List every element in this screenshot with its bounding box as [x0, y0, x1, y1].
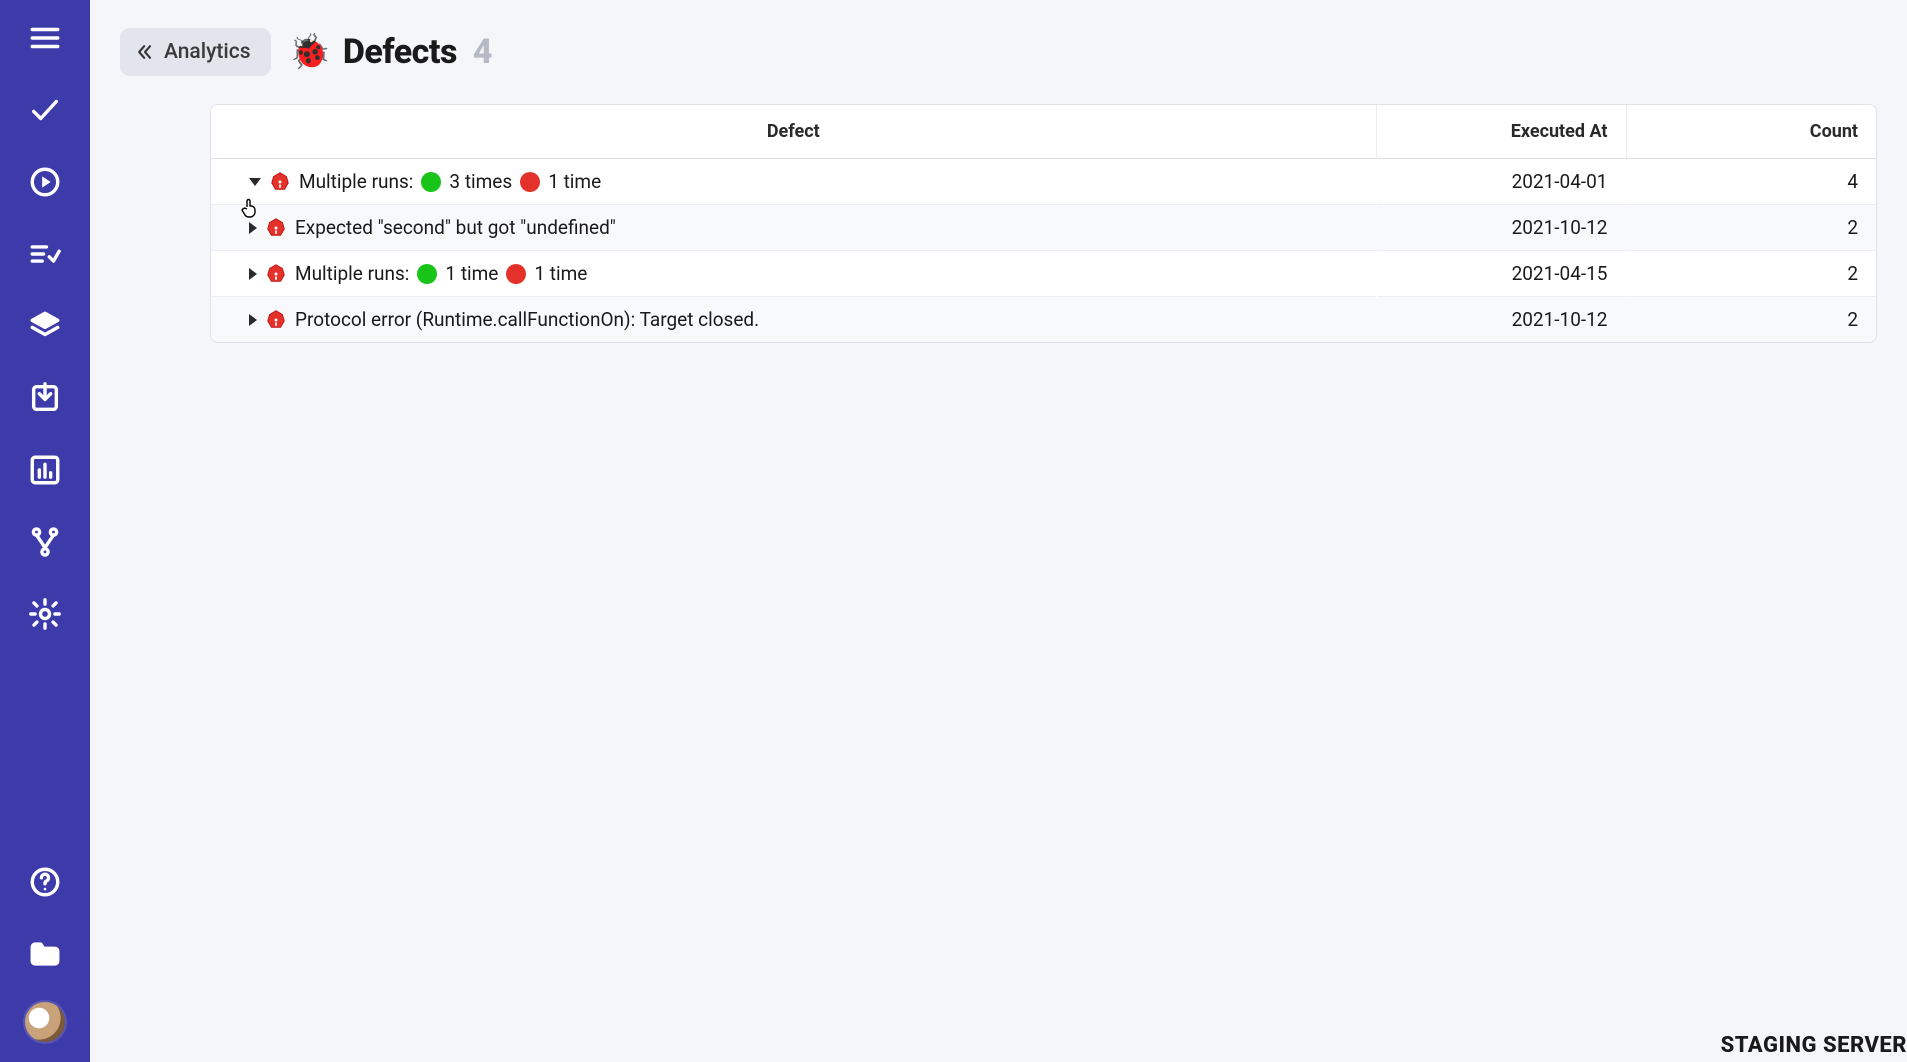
chevron-double-left-icon [135, 42, 155, 62]
avatar[interactable] [25, 1002, 65, 1042]
count: 2 [1626, 251, 1876, 297]
fail-dot-icon [520, 172, 540, 192]
defect-label: Protocol error (Runtime.callFunctionOn):… [295, 308, 759, 331]
branch-icon[interactable] [21, 518, 69, 566]
env-label: STAGING SERVER [1721, 1033, 1907, 1058]
page-title: Defects [343, 32, 457, 72]
defect-label: Expected "second" but got "undefined" [295, 216, 616, 239]
run-count-label: 3 times [449, 170, 512, 193]
column-defect[interactable]: Defect [211, 105, 1376, 159]
column-count[interactable]: Count [1626, 105, 1876, 159]
run-count-label: 1 time [445, 262, 498, 285]
table-row[interactable]: Protocol error (Runtime.callFunctionOn):… [211, 297, 1876, 343]
chevron-down-icon[interactable] [249, 178, 261, 186]
folder-icon[interactable] [21, 930, 69, 978]
count: 4 [1626, 159, 1876, 205]
main: Analytics 🐞 Defects 4 Defect Executed At… [90, 0, 1907, 1062]
defect-badge-icon [265, 309, 287, 331]
breadcrumb-label: Analytics [164, 40, 251, 64]
page-count: 4 [473, 32, 493, 72]
pass-dot-icon [417, 264, 437, 284]
import-icon[interactable] [21, 374, 69, 422]
checklist-icon[interactable] [21, 230, 69, 278]
chevron-right-icon[interactable] [249, 222, 257, 234]
table-row[interactable]: Multiple runs: 3 times 1 time 2021-04-014 [211, 159, 1876, 205]
count: 2 [1626, 297, 1876, 343]
defect-badge-icon [265, 217, 287, 239]
chart-icon[interactable] [21, 446, 69, 494]
menu-icon[interactable] [21, 14, 69, 62]
check-icon[interactable] [21, 86, 69, 134]
executed-at: 2021-04-15 [1376, 251, 1626, 297]
bug-icon: 🐞 [289, 35, 331, 69]
executed-at: 2021-10-12 [1376, 297, 1626, 343]
help-icon[interactable] [21, 858, 69, 906]
sidebar [0, 0, 90, 1062]
page-header: Analytics 🐞 Defects 4 [90, 0, 1907, 94]
defect-label: Multiple runs: [295, 262, 409, 285]
executed-at: 2021-10-12 [1376, 205, 1626, 251]
column-executed-at[interactable]: Executed At [1376, 105, 1626, 159]
table-row[interactable]: Multiple runs: 1 time 1 time 2021-04-152 [211, 251, 1876, 297]
run-count-label: 1 time [534, 262, 587, 285]
defects-table: Defect Executed At Count Multiple runs: … [210, 104, 1877, 343]
table-row[interactable]: Expected "second" but got "undefined" 202… [211, 205, 1876, 251]
fail-dot-icon [506, 264, 526, 284]
count: 2 [1626, 205, 1876, 251]
gear-icon[interactable] [21, 590, 69, 638]
layers-icon[interactable] [21, 302, 69, 350]
defect-badge-icon [269, 171, 291, 193]
defect-badge-icon [265, 263, 287, 285]
run-count-label: 1 time [548, 170, 601, 193]
executed-at: 2021-04-01 [1376, 159, 1626, 205]
pass-dot-icon [421, 172, 441, 192]
play-circle-icon[interactable] [21, 158, 69, 206]
breadcrumb-back[interactable]: Analytics [120, 28, 271, 76]
chevron-right-icon[interactable] [249, 314, 257, 326]
table-header-row: Defect Executed At Count [211, 105, 1876, 159]
defect-label: Multiple runs: [299, 170, 413, 193]
chevron-right-icon[interactable] [249, 268, 257, 280]
